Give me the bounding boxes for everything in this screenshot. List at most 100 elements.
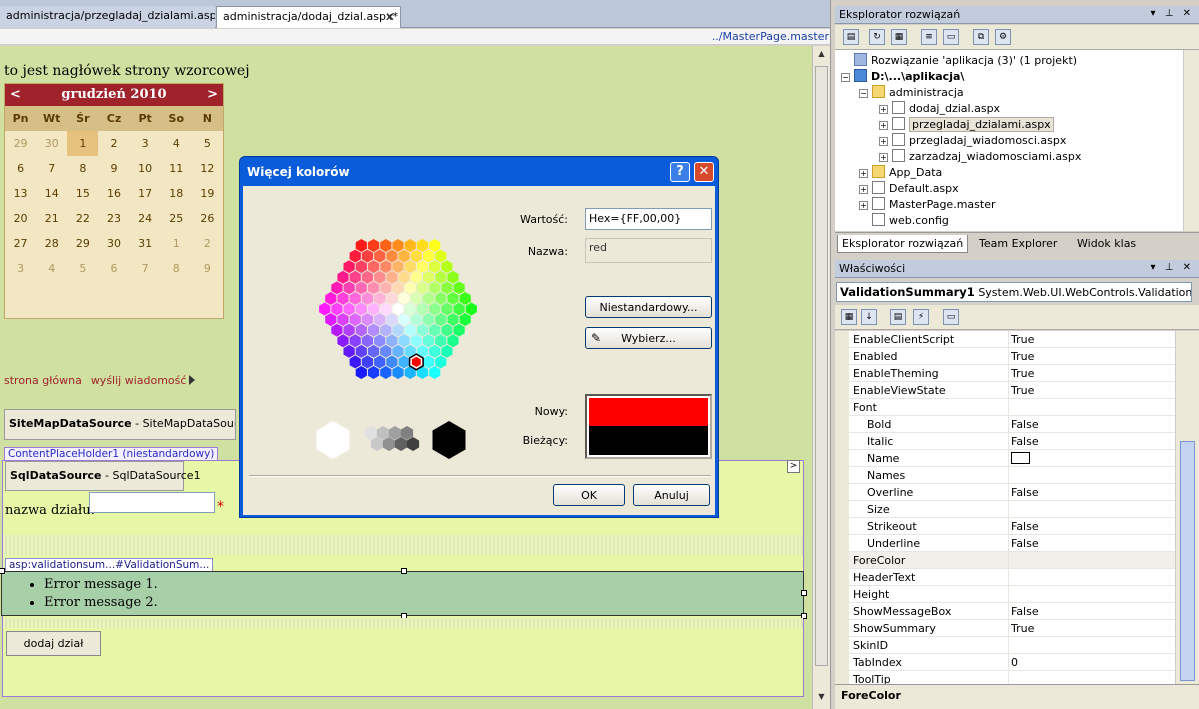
color-cell[interactable] xyxy=(416,260,429,274)
validation-summary-label[interactable]: asp:validationsum...#ValidationSum... xyxy=(5,558,214,572)
color-cell[interactable] xyxy=(325,291,337,305)
expand-icon[interactable]: + xyxy=(859,201,868,210)
sql-datasource-control[interactable]: SqlDataSource - SqlDataSource1 xyxy=(5,461,201,491)
tree-node[interactable]: + przegladaj_dzialami.aspx xyxy=(879,117,1054,132)
add-dept-button[interactable]: dodaj dział xyxy=(6,631,101,656)
tree-node[interactable]: + zarzadzaj_wiadomosciami.aspx xyxy=(879,149,1081,163)
tree-node[interactable]: + App_Data xyxy=(859,165,942,179)
color-cell[interactable] xyxy=(398,334,410,348)
expand-icon[interactable]: + xyxy=(879,105,888,114)
color-cell[interactable] xyxy=(422,313,435,327)
property-value[interactable]: False xyxy=(1011,537,1039,550)
color-cell[interactable] xyxy=(355,281,367,295)
property-scrollbar[interactable] xyxy=(1175,331,1199,684)
menu-item-home[interactable]: strona główna xyxy=(4,374,82,387)
color-cell[interactable] xyxy=(435,313,447,327)
gray-swatch[interactable] xyxy=(382,437,396,451)
property-row[interactable]: EnableClientScript True xyxy=(835,331,1175,348)
expand-icon[interactable]: + xyxy=(859,169,868,178)
calendar-day[interactable]: 10 xyxy=(130,156,161,181)
pick-color-button[interactable]: ✎ Wybierz... xyxy=(585,327,712,349)
color-cell[interactable] xyxy=(416,281,429,295)
color-cell[interactable] xyxy=(429,239,441,252)
color-cell[interactable] xyxy=(392,302,404,316)
color-cell[interactable] xyxy=(374,249,386,263)
expand-icon[interactable]: + xyxy=(859,185,868,194)
color-cell[interactable] xyxy=(441,323,453,337)
color-cell[interactable] xyxy=(453,323,465,337)
color-cell[interactable] xyxy=(392,344,404,358)
color-cell[interactable] xyxy=(404,281,416,295)
calendar-day[interactable]: 17 xyxy=(130,181,161,206)
selected-color-cell[interactable] xyxy=(410,355,423,369)
color-cell[interactable] xyxy=(386,334,398,348)
color-cell[interactable] xyxy=(429,366,441,379)
tree-node[interactable]: + dodaj_dzial.aspx xyxy=(879,101,1000,115)
property-value[interactable]: True xyxy=(1011,333,1034,346)
color-cell[interactable] xyxy=(447,291,459,305)
property-value[interactable]: True xyxy=(1011,384,1034,397)
calendar-day[interactable]: 5 xyxy=(67,256,98,281)
color-cell[interactable] xyxy=(386,291,398,305)
calendar-day[interactable]: 4 xyxy=(161,131,192,156)
color-cell[interactable] xyxy=(361,355,374,369)
color-cell[interactable] xyxy=(380,323,392,337)
calendar-day[interactable]: 1 xyxy=(67,131,99,156)
color-cell[interactable] xyxy=(380,260,392,274)
color-cell[interactable] xyxy=(422,270,435,284)
color-cell[interactable] xyxy=(374,270,386,284)
property-row[interactable]: ForeColor xyxy=(835,552,1175,569)
color-cell[interactable] xyxy=(429,260,441,274)
color-cell[interactable] xyxy=(435,334,447,348)
color-cell[interactable] xyxy=(398,355,410,369)
calendar-day[interactable]: 26 xyxy=(192,206,223,231)
calendar-day[interactable]: 2 xyxy=(192,231,223,256)
calendar-day[interactable]: 30 xyxy=(98,231,129,256)
asp-config-icon[interactable]: ⚙ xyxy=(995,29,1011,45)
color-cell[interactable] xyxy=(435,270,447,284)
color-cell[interactable] xyxy=(367,260,380,274)
color-cell[interactable] xyxy=(410,249,422,263)
color-cell[interactable] xyxy=(374,334,386,348)
cancel-button[interactable]: Anuluj xyxy=(633,484,710,506)
calendar-day[interactable]: 9 xyxy=(192,256,223,281)
calendar-day[interactable]: 11 xyxy=(161,156,192,181)
color-cell[interactable] xyxy=(435,291,447,305)
object-selector[interactable]: ValidationSummary1 System.Web.UI.WebCont… xyxy=(836,282,1192,302)
color-cell[interactable] xyxy=(447,334,459,348)
property-row[interactable]: Underline False xyxy=(835,535,1175,552)
property-row[interactable]: Size xyxy=(835,501,1175,518)
calendar-day[interactable]: 31 xyxy=(130,231,161,256)
close-button[interactable]: ✕ xyxy=(694,162,714,182)
color-cell[interactable] xyxy=(374,355,386,369)
color-cell[interactable] xyxy=(416,239,429,252)
color-cell[interactable] xyxy=(374,313,386,327)
color-cell[interactable] xyxy=(404,239,416,252)
tree-node[interactable]: − D:\...\aplikacja\ xyxy=(841,69,964,83)
tab-solution-explorer[interactable]: Eksplorator rozwiązań xyxy=(837,235,969,253)
calendar-day[interactable]: 3 xyxy=(130,131,161,156)
color-cell[interactable] xyxy=(355,344,367,358)
color-cell[interactable] xyxy=(367,344,380,358)
calendar-next-link[interactable]: > xyxy=(207,87,218,102)
color-cell[interactable] xyxy=(343,260,355,274)
color-cell[interactable] xyxy=(349,355,361,369)
calendar-day[interactable]: 12 xyxy=(192,156,223,181)
pin-close-icon[interactable]: ▾ ⊥ ✕ xyxy=(1151,262,1194,273)
copy-website-icon[interactable]: ⧉ xyxy=(973,29,989,45)
tree-node[interactable]: + MasterPage.master xyxy=(859,197,995,211)
color-cell[interactable] xyxy=(410,270,422,284)
color-cell[interactable] xyxy=(349,270,361,284)
color-cell[interactable] xyxy=(380,239,392,252)
color-cell[interactable] xyxy=(398,313,410,327)
color-cell[interactable] xyxy=(337,270,349,284)
color-cell[interactable] xyxy=(355,260,367,274)
gray-swatch[interactable] xyxy=(388,426,402,440)
color-cell[interactable] xyxy=(380,302,392,316)
scroll-up-icon[interactable]: ▲ xyxy=(815,49,828,63)
color-cell[interactable] xyxy=(367,323,380,337)
color-cell[interactable] xyxy=(422,291,435,305)
calendar-day[interactable]: 19 xyxy=(192,181,223,206)
color-cell[interactable] xyxy=(337,313,349,327)
color-cell[interactable] xyxy=(392,323,404,337)
